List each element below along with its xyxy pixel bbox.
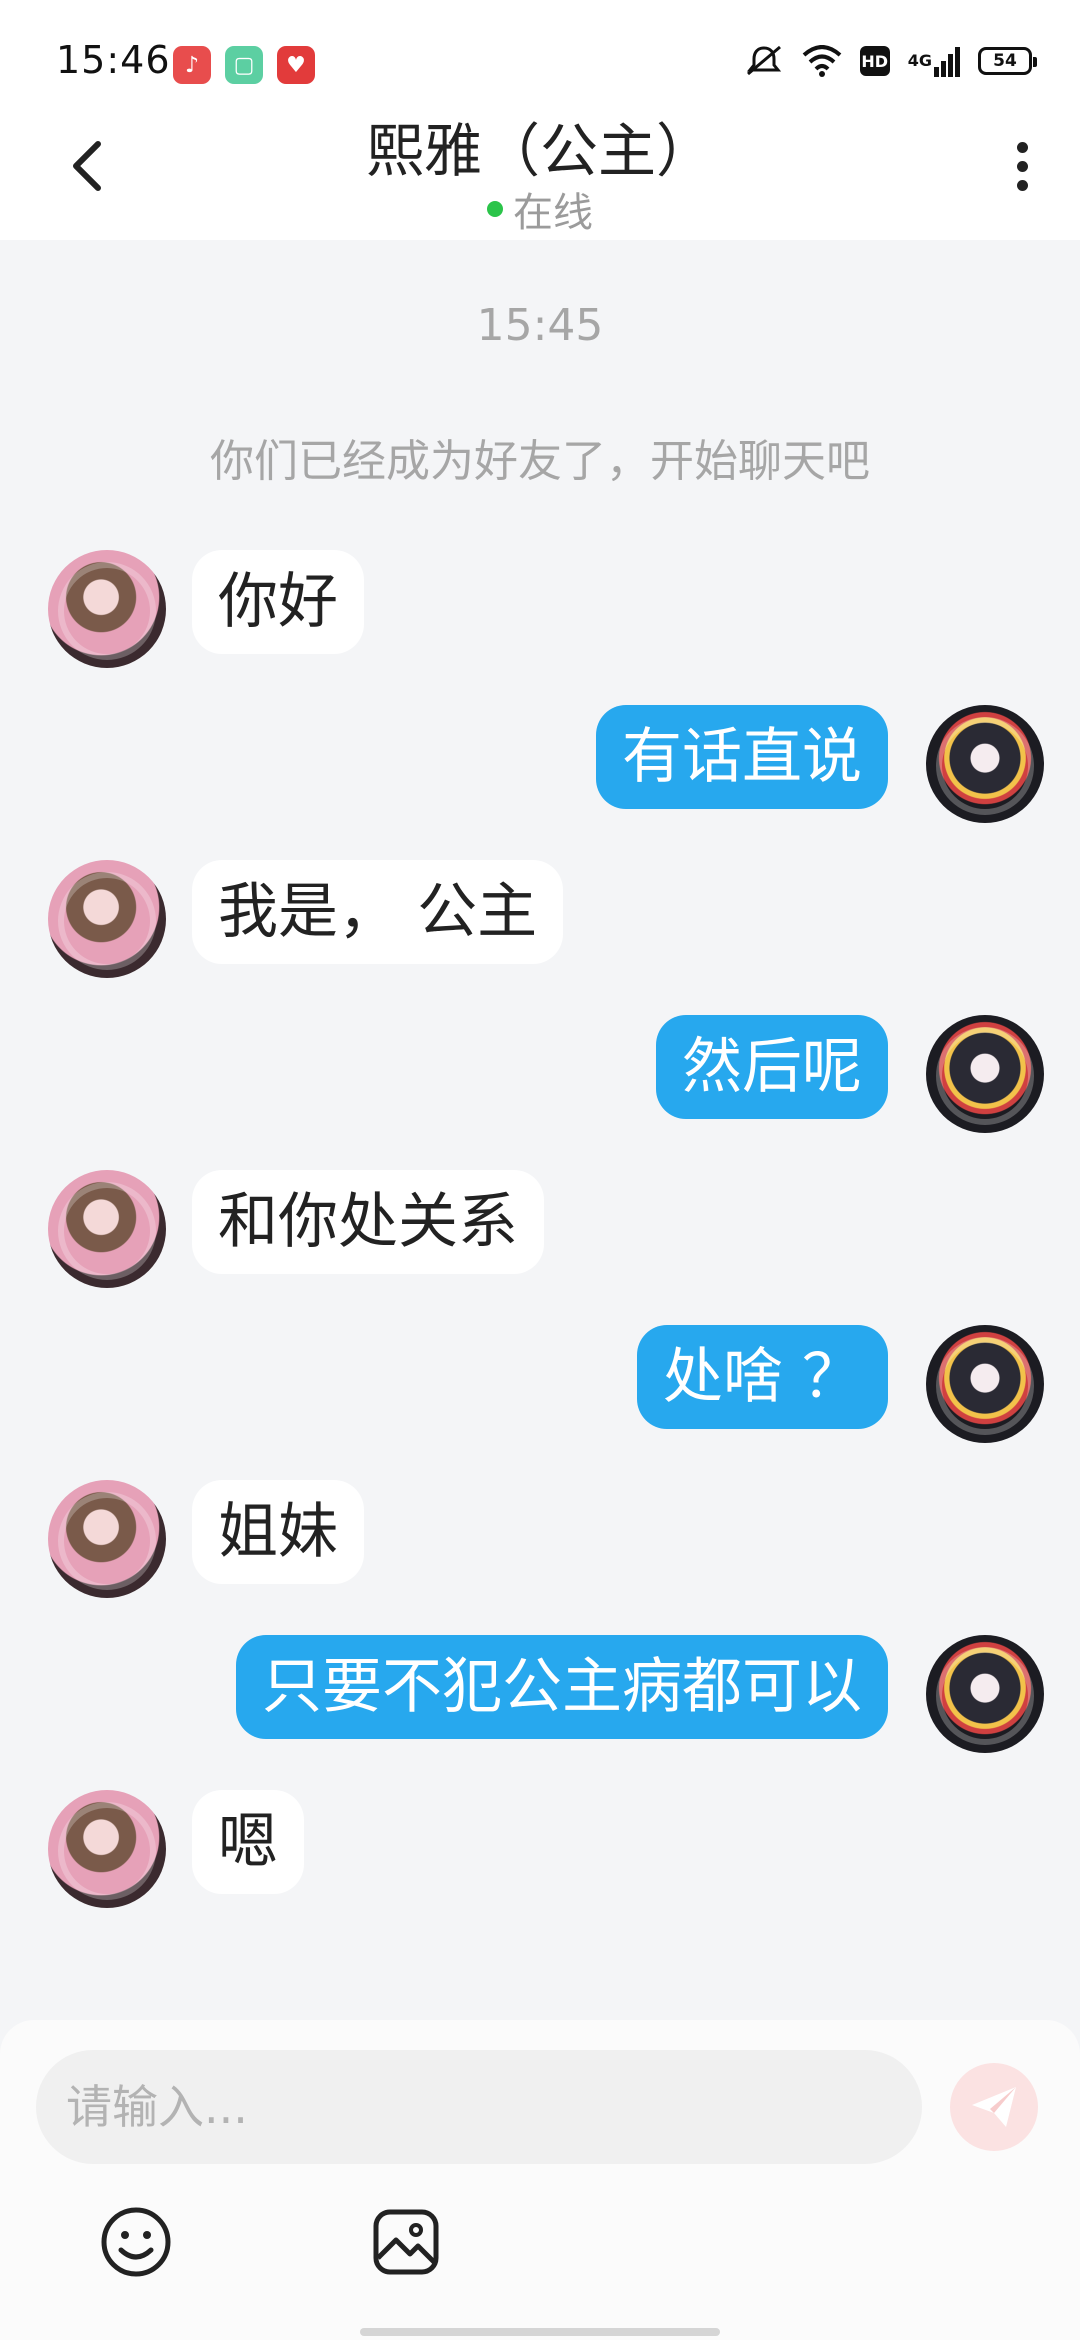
emoji-button[interactable]: [96, 2202, 176, 2282]
message-row-incoming: 我是， 公主: [0, 860, 1080, 980]
message-bubble[interactable]: 和你处关系: [192, 1170, 544, 1274]
contact-avatar[interactable]: [48, 1170, 166, 1288]
music-app-icon: ♪: [173, 46, 211, 84]
contact-avatar[interactable]: [48, 860, 166, 978]
paper-plane-icon: [972, 2087, 1016, 2127]
message-bubble[interactable]: 姐妹: [192, 1480, 364, 1584]
mute-icon: [744, 44, 784, 78]
message-row-incoming: 嗯: [0, 1790, 1080, 1910]
message-bubble[interactable]: 有话直说: [596, 705, 888, 809]
contact-avatar[interactable]: [48, 1790, 166, 1908]
message-bubble[interactable]: 你好: [192, 550, 364, 654]
message-row-outgoing: 处啥 ？: [0, 1325, 1080, 1445]
message-bubble[interactable]: 然后呢: [656, 1015, 888, 1119]
cellular-signal-icon: 4G: [908, 45, 960, 77]
my-avatar[interactable]: [926, 1015, 1044, 1133]
chat-header: 熙雅（公主） 在线: [0, 100, 1080, 240]
message-input[interactable]: [36, 2050, 922, 2164]
online-status-label: 在线: [513, 190, 593, 236]
composer: [0, 2020, 1080, 2340]
network-type: 4G: [907, 51, 932, 70]
contact-avatar[interactable]: [48, 1480, 166, 1598]
more-options-button[interactable]: [1002, 138, 1042, 198]
home-indicator[interactable]: [360, 2328, 720, 2336]
image-picker-button[interactable]: [366, 2202, 446, 2282]
online-dot-icon: [487, 201, 503, 217]
smiley-icon: [101, 2207, 171, 2277]
message-row-incoming: 和你处关系: [0, 1170, 1080, 1290]
message-bubble[interactable]: 处啥 ？: [636, 1325, 888, 1429]
message-bubble[interactable]: 我是， 公主: [192, 860, 564, 964]
my-avatar[interactable]: [926, 705, 1044, 823]
message-row-incoming: 姐妹: [0, 1480, 1080, 1600]
my-avatar[interactable]: [926, 1325, 1044, 1443]
contact-avatar[interactable]: [48, 550, 166, 668]
wifi-icon: [802, 45, 842, 77]
message-bubble[interactable]: 只要不犯公主病都可以: [236, 1635, 888, 1739]
contact-name: 熙雅（公主）: [365, 117, 714, 185]
image-icon: [373, 2209, 439, 2275]
message-bubble[interactable]: 嗯: [192, 1790, 304, 1894]
layers-app-icon: ▢: [225, 46, 263, 84]
battery-indicator: 54: [978, 47, 1037, 75]
my-avatar[interactable]: [926, 1635, 1044, 1753]
system-message: 你们已经成为好友了，开始聊天吧: [210, 436, 870, 487]
status-indicators: HD 4G 54: [726, 44, 1037, 78]
message-row-outgoing: 有话直说: [0, 705, 1080, 825]
message-row-outgoing: 只要不犯公主病都可以: [0, 1635, 1080, 1755]
message-row-outgoing: 然后呢: [0, 1015, 1080, 1135]
status-time: 15:46: [56, 38, 171, 82]
online-status: 在线: [0, 180, 1080, 238]
message-timestamp: 15:45: [476, 300, 604, 351]
message-row-incoming: 你好: [0, 550, 1080, 670]
message-list[interactable]: 15:45 你们已经成为好友了，开始聊天吧 你好 有话直说 我是， 公主 然后呢…: [0, 240, 1080, 2020]
send-button[interactable]: [950, 2063, 1038, 2151]
more-dot-icon: [1016, 180, 1028, 191]
more-dot-icon: [1016, 142, 1028, 153]
hd-badge: HD: [859, 46, 890, 76]
heart-app-icon: ♥: [277, 46, 315, 84]
more-dot-icon: [1016, 161, 1028, 172]
